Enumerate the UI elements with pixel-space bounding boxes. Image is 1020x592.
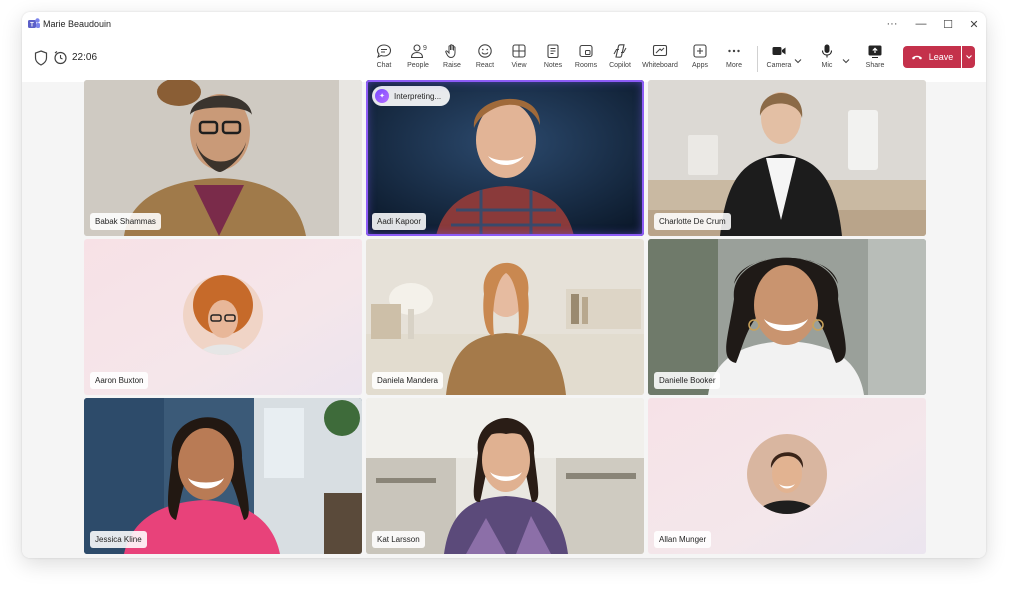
- svg-text:T: T: [30, 23, 34, 29]
- title-bar: T Marie Beaudouin ··· — ☐ ✕: [22, 12, 986, 36]
- raise-label: Raise: [443, 62, 461, 69]
- participant-tile-danielle-booker[interactable]: Danielle Booker: [648, 239, 926, 395]
- rooms-label: Rooms: [574, 62, 598, 69]
- people-button[interactable]: 9 People: [401, 42, 435, 76]
- meeting-timer: 22:06: [72, 52, 98, 63]
- mic-label: Mic: [821, 62, 833, 69]
- more-label: More: [726, 62, 742, 69]
- participant-tile-babak-shammas[interactable]: Babak Shammas: [84, 80, 362, 236]
- participant-tile-aadi-kapoor[interactable]: ✦ Interpreting... Aadi Kapoor: [366, 80, 644, 236]
- participant-name: Daniela Mandera: [372, 372, 443, 389]
- hand-icon: [445, 44, 456, 59]
- react-label: React: [475, 62, 495, 69]
- participant-name: Aaron Buxton: [90, 372, 149, 389]
- participant-name: Jessica Kline: [90, 531, 147, 548]
- chat-icon: [376, 44, 392, 59]
- camera-button[interactable]: Camera: [762, 42, 796, 76]
- notes-icon: [547, 44, 559, 59]
- participant-name: Danielle Booker: [654, 372, 721, 389]
- timer-icon: [54, 51, 67, 65]
- camera-options-chevron-icon[interactable]: [793, 56, 803, 66]
- mic-button[interactable]: Mic: [810, 42, 844, 76]
- teams-window: T Marie Beaudouin ··· — ☐ ✕ 22:06 Chat 9…: [22, 12, 986, 558]
- hang-up-icon: [911, 55, 922, 60]
- apps-label: Apps: [692, 62, 708, 69]
- participant-name: Allan Munger: [654, 531, 712, 548]
- leave-options-button[interactable]: [962, 46, 975, 68]
- participant-name: Charlotte De Crum: [654, 213, 731, 230]
- camera-label: Camera: [766, 62, 792, 69]
- interpreting-label: Interpreting...: [394, 91, 442, 101]
- participant-tile-charlotte-de-crum[interactable]: Charlotte De Crum: [648, 80, 926, 236]
- more-button[interactable]: More: [717, 42, 751, 76]
- whiteboard-label: Whiteboard: [642, 62, 678, 69]
- grid-view-icon: [512, 44, 526, 58]
- whiteboard-icon: [652, 44, 668, 57]
- teams-logo-icon: T: [28, 18, 40, 29]
- participant-tile-aaron-buxton[interactable]: Aaron Buxton: [84, 239, 362, 395]
- shield-icon[interactable]: [34, 50, 48, 66]
- notes-button[interactable]: Notes: [536, 42, 570, 76]
- copilot-label: Copilot: [609, 62, 631, 69]
- mic-options-chevron-icon[interactable]: [841, 56, 851, 66]
- notes-label: Notes: [543, 62, 563, 69]
- participant-tile-jessica-kline[interactable]: Jessica Kline: [84, 398, 362, 554]
- chat-button[interactable]: Chat: [367, 42, 401, 76]
- window-title: Marie Beaudouin: [43, 19, 112, 29]
- participant-name: Aadi Kapoor: [372, 213, 427, 230]
- share-label: Share: [865, 62, 885, 69]
- react-button[interactable]: React: [468, 42, 502, 76]
- people-count-badge: 9: [423, 45, 427, 52]
- copilot-icon: [613, 44, 627, 58]
- view-label: View: [511, 62, 527, 69]
- video-gallery: Babak Shammas ✦ Interpreting... Aadi Kap…: [22, 80, 986, 558]
- participant-avatar: [747, 434, 827, 514]
- rooms-button[interactable]: Rooms: [569, 42, 603, 76]
- minimize-button[interactable]: —: [912, 16, 930, 32]
- share-screen-icon: [868, 45, 882, 59]
- leave-label: Leave: [928, 52, 954, 62]
- share-button[interactable]: Share: [858, 42, 892, 76]
- participant-avatar: [183, 275, 263, 355]
- participant-tile-daniela-mandera[interactable]: Daniela Mandera: [366, 239, 644, 395]
- participant-tile-kat-larsson[interactable]: Kat Larsson: [366, 398, 644, 554]
- close-button[interactable]: ✕: [965, 16, 983, 32]
- view-button[interactable]: View: [502, 42, 536, 76]
- apps-button[interactable]: Apps: [683, 42, 717, 76]
- people-label: People: [407, 62, 429, 69]
- rooms-icon: [579, 44, 593, 58]
- participant-name: Babak Shammas: [90, 213, 161, 230]
- toolbar-divider: [757, 46, 758, 72]
- microphone-icon: [821, 44, 833, 58]
- interpreting-status: ✦ Interpreting...: [372, 86, 451, 106]
- more-options-icon[interactable]: ···: [883, 16, 901, 32]
- copilot-button[interactable]: Copilot: [603, 42, 637, 76]
- ellipsis-icon: [728, 49, 740, 53]
- maximize-button[interactable]: ☐: [939, 16, 957, 32]
- participant-name: Kat Larsson: [372, 531, 425, 548]
- camera-icon: [772, 47, 786, 55]
- chevron-down-icon: [965, 55, 972, 59]
- whiteboard-button[interactable]: Whiteboard: [642, 42, 678, 76]
- smiley-icon: [478, 44, 492, 58]
- participant-tile-allan-munger[interactable]: Allan Munger: [648, 398, 926, 554]
- meeting-toolbar: 22:06 Chat 9 People Raise React View Not…: [22, 36, 986, 82]
- chat-label: Chat: [376, 62, 392, 69]
- interpreter-icon: ✦: [375, 89, 389, 103]
- raise-hand-button[interactable]: Raise: [435, 42, 469, 76]
- leave-button[interactable]: Leave: [903, 46, 961, 68]
- add-apps-icon: [693, 44, 707, 58]
